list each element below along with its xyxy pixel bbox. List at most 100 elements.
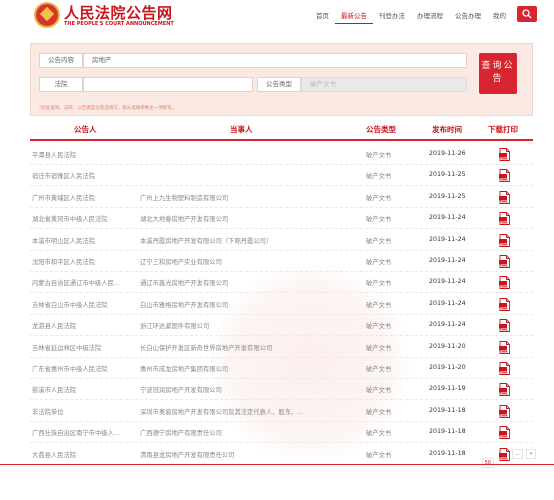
row-type: 破产文书	[366, 408, 392, 416]
row-date: 2019-11-18	[429, 449, 466, 457]
row-court[interactable]: 吉林省延边林区中级法院	[32, 343, 138, 352]
row-date: 2019-11-24	[429, 257, 466, 264]
bottom-divider	[0, 464, 554, 465]
page-number-button[interactable]: ...	[512, 449, 523, 459]
pdf-download-icon[interactable]	[499, 362, 510, 375]
row-date: 2019-11-24	[429, 214, 466, 222]
row-party[interactable]: 广州上九生物塑料制造有限公司	[140, 193, 354, 202]
pdf-download-icon[interactable]	[499, 319, 510, 333]
table-row[interactable]: 吉林省白山市中级人民法院 白山市雅格房地产开发有限公司 破产文书 2019-11-24	[30, 294, 533, 315]
header-court: 公告人	[74, 125, 97, 134]
nav-item[interactable]: 办理流程	[411, 9, 449, 24]
row-date: 2019-11-20	[429, 364, 466, 371]
table-row[interactable]: 大荔县人民法院 渭南县龙房地产开发有限责任公司 破产文书 2019-11-18	[30, 444, 533, 465]
table-row[interactable]: 沈阳市和平区人民法院 辽宁三和房地产实业有限公司 破产文书 2019-11-24	[30, 251, 533, 272]
row-court[interactable]: 广西壮族自治区南宁市中级人...	[32, 428, 138, 437]
row-date: 2019-11-25	[429, 192, 466, 200]
pdf-download-icon[interactable]	[499, 255, 510, 268]
site-subtitle: THE PEOPLE'S COURT ANNOUNCEMENT	[64, 21, 174, 27]
table-row[interactable]: 广州市黄埔区人民法院 广州上九生物塑料制造有限公司 破产文书 2019-11-25	[30, 187, 533, 208]
pdf-download-icon[interactable]	[499, 212, 510, 226]
table-row[interactable]: 湖北省黄冈市中级人民法院 湖北大地春房地产开发有限公司 破产文书 2019-11-24	[30, 208, 533, 230]
header-date: 发布时间	[432, 125, 462, 134]
table-row[interactable]: 宿迁市宿豫区人民法院 破产文书 2019-11-25	[30, 165, 533, 187]
nav-item[interactable]: 刊登办法	[373, 9, 411, 24]
pdf-download-icon[interactable]	[499, 404, 510, 418]
header-search-button[interactable]	[517, 6, 537, 22]
table-row[interactable]: 广东省惠州市中级人民法院 惠州市成龙房地产集团有限公司 破产文书 2019-11-20	[30, 358, 533, 379]
row-court[interactable]: 非法院单位	[32, 407, 138, 416]
type-label: 公告类型	[257, 77, 301, 92]
row-type: 破产文书	[366, 173, 392, 181]
row-type: 破产文书	[366, 344, 392, 352]
row-date: 2019-11-20	[429, 342, 466, 350]
header-download: 下载打印	[488, 125, 518, 134]
query-button[interactable]: 查询公告	[479, 53, 517, 94]
pdf-download-icon[interactable]	[499, 426, 510, 440]
row-party[interactable]: 广西德宁房地产有限责任公司	[140, 428, 354, 437]
content-input[interactable]: 房地产	[83, 53, 467, 68]
pdf-download-icon[interactable]	[499, 190, 510, 204]
row-type: 破产文书	[366, 194, 392, 202]
row-court[interactable]: 吉林省白山市中级人民法院	[32, 300, 138, 309]
pdf-download-icon[interactable]	[499, 276, 510, 290]
header-type: 公告类型	[366, 125, 396, 134]
row-party[interactable]: 本溪丹霞房地产开发有限公司（下称丹霞公司）	[140, 236, 354, 245]
row-court[interactable]: 大荔县人民法院	[32, 450, 138, 459]
site-logo[interactable]: 人民法院公告网 THE PEOPLE'S COURT ANNOUNCEMENT	[34, 2, 214, 32]
row-party[interactable]: 浙江环达紧固件有限公司	[140, 321, 354, 330]
row-date: 2019-11-24	[429, 278, 466, 286]
row-court[interactable]: 广州市黄埔区人民法院	[32, 193, 138, 202]
row-court[interactable]: 龙游县人民法院	[32, 321, 138, 330]
row-party[interactable]: 深圳市奥宸房地产开发有限公司及其法定代表人、股东、...	[140, 407, 354, 416]
table-row[interactable]: 内蒙古自治区通辽市中级人民... 通辽市鑫光房地产开发有限公司 破产文书 2019-1…	[30, 272, 533, 294]
row-party[interactable]: 宁波冠润房地产开发有限公司	[140, 385, 354, 394]
pdf-download-icon[interactable]	[499, 447, 510, 461]
row-court[interactable]: 慈溪市人民法院	[32, 385, 138, 394]
page-number-button[interactable]: 50	[481, 458, 494, 468]
next-page-button[interactable]: »	[526, 449, 536, 459]
row-court[interactable]: 内蒙古自治区通辽市中级人民...	[32, 278, 138, 287]
row-date: 2019-11-24	[429, 321, 466, 329]
table-row[interactable]: 非法院单位 深圳市奥宸房地产开发有限公司及其法定代表人、股东、... 破产文书 201…	[30, 401, 533, 422]
row-type: 破产文书	[366, 366, 392, 373]
table-row[interactable]: 慈溪市人民法院 宁波冠润房地产开发有限公司 破产文书 2019-11-19	[30, 379, 533, 401]
row-party[interactable]: 惠州市成龙房地产集团有限公司	[140, 364, 354, 373]
row-type: 破产文书	[366, 451, 392, 459]
pdf-download-icon[interactable]	[499, 340, 510, 354]
row-party[interactable]: 白山市雅格房地产开发有限公司	[140, 300, 354, 309]
row-court[interactable]: 本溪市明山区人民法院	[32, 236, 138, 245]
row-type: 破产文书	[366, 280, 392, 288]
pdf-download-icon[interactable]	[499, 297, 510, 311]
table-row[interactable]: 本溪市明山区人民法院 本溪丹霞房地产开发有限公司（下称丹霞公司） 破产文书 2019-…	[30, 230, 533, 251]
table-row[interactable]: 吉林省延边林区中级法院 长白山保护开发区新奇世界房地产开发有限公司 破产文书 2019…	[30, 337, 533, 358]
row-court[interactable]: 湖北省黄冈市中级人民法院	[32, 214, 138, 223]
type-select[interactable]: 破产文书	[301, 77, 467, 92]
row-court[interactable]: 沈阳市和平区人民法院	[32, 257, 138, 266]
table-row[interactable]: 平潭县人民法院 破产文书 2019-11-26	[30, 144, 533, 165]
table-row[interactable]: 龙游县人民法院 浙江环达紧固件有限公司 破产文书 2019-11-24	[30, 315, 533, 337]
row-party[interactable]: 通辽市鑫光房地产开发有限公司	[140, 278, 354, 287]
row-date: 2019-11-18	[429, 428, 466, 436]
court-input[interactable]	[83, 77, 253, 92]
row-party[interactable]: 长白山保护开发区新奇世界房地产开发有限公司	[140, 343, 354, 352]
pdf-download-icon[interactable]	[499, 233, 510, 247]
row-party[interactable]: 湖北大地春房地产开发有限公司	[140, 214, 354, 223]
table-row[interactable]: 广西壮族自治区南宁市中级人... 广西德宁房地产有限责任公司 破产文书 2019-11…	[30, 422, 533, 444]
pdf-download-icon[interactable]	[499, 148, 510, 161]
nav-item[interactable]: 首页	[310, 9, 335, 24]
row-party[interactable]: 辽宁三和房地产实业有限公司	[140, 257, 354, 266]
nav-item[interactable]: 我的	[487, 9, 512, 24]
row-court[interactable]: 广东省惠州市中级人民法院	[32, 364, 138, 373]
search-icon	[522, 9, 532, 19]
row-court[interactable]: 平潭县人民法院	[32, 150, 138, 159]
row-party[interactable]: 渭南县龙房地产开发有限责任公司	[140, 450, 354, 459]
row-type: 破产文书	[366, 430, 392, 438]
pdf-download-icon[interactable]	[499, 169, 510, 183]
row-court[interactable]: 宿迁市宿豫区人民法院	[32, 171, 138, 180]
row-date: 2019-11-24	[429, 299, 466, 307]
nav-item[interactable]: 公告办理	[449, 9, 487, 24]
pdf-download-icon[interactable]	[499, 383, 510, 397]
nav-item[interactable]: 最新公告	[335, 9, 373, 24]
row-date: 2019-11-24	[429, 235, 466, 243]
